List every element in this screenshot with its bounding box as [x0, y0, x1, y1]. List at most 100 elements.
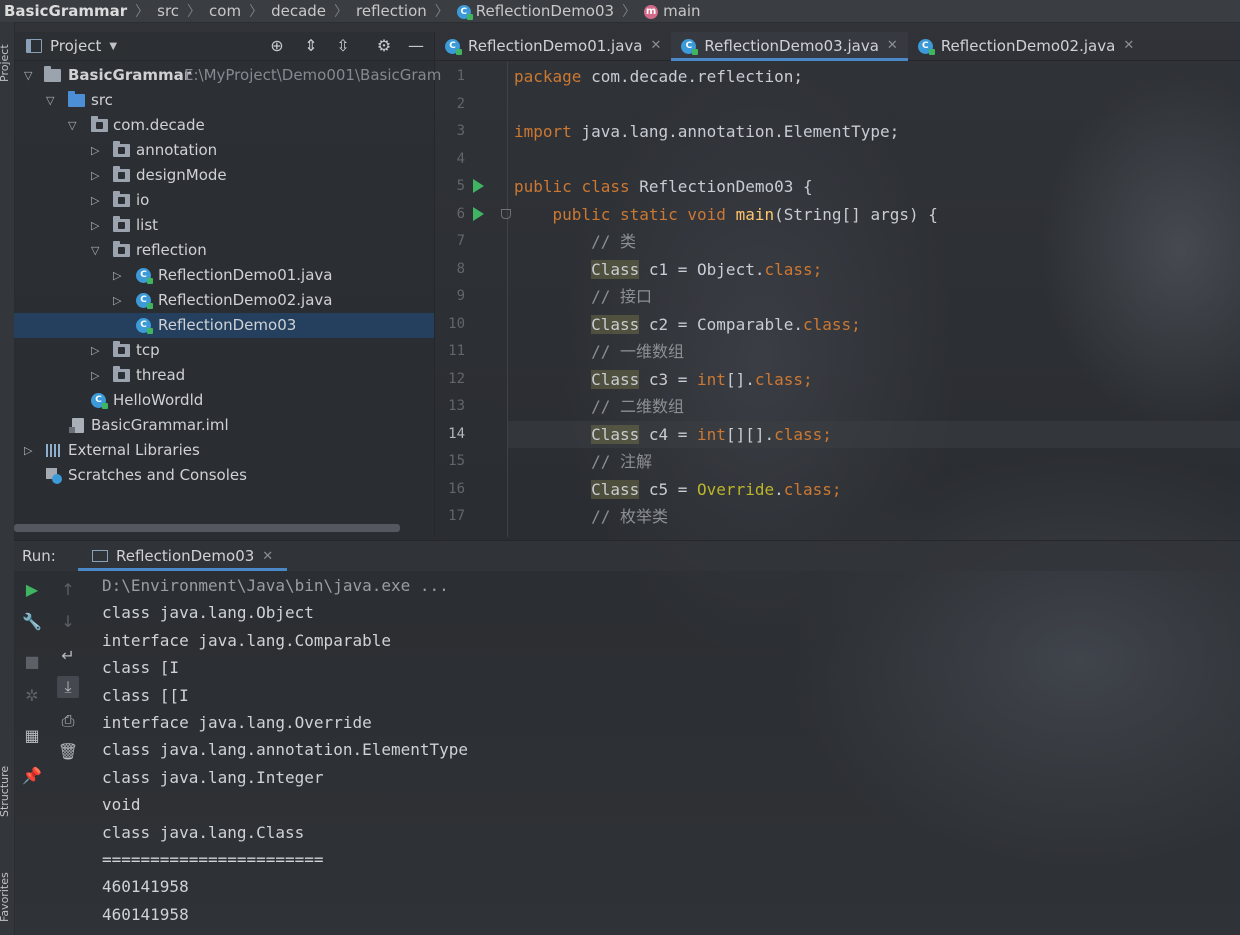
code-token: (String[] args) { [774, 204, 938, 224]
tab-reflectiondemo02[interactable]: C ReflectionDemo02.java ✕ [908, 32, 1144, 60]
tree-item-reflectiondemo01[interactable]: ▷ C ReflectionDemo01.java [14, 263, 434, 288]
stop-icon[interactable]: ■ [21, 651, 43, 673]
breadcrumb-separator: 〉 [334, 4, 349, 20]
run-gutter-icon[interactable] [473, 179, 484, 193]
structure-tool-window-button[interactable]: Structure [0, 766, 11, 817]
locate-icon[interactable]: ⊕ [268, 37, 286, 55]
chevron-right-icon[interactable]: ▷ [91, 163, 99, 188]
code-line[interactable]: Class c3 = int[].class; [514, 366, 813, 393]
chevron-right-icon[interactable]: ▷ [91, 213, 99, 238]
chevron-right-icon[interactable]: ▷ [113, 263, 121, 288]
down-arrow-icon[interactable]: ↓ [57, 611, 79, 633]
tree-item-tcp[interactable]: ▷ tcp [14, 338, 434, 363]
code-token: // 接口 [591, 287, 652, 306]
code-line[interactable]: Class c2 = Comparable.class; [514, 311, 861, 338]
chevron-down-icon[interactable]: ▽ [46, 88, 54, 113]
code-token: public [552, 204, 611, 224]
breadcrumb-decade[interactable]: decade [269, 2, 328, 20]
print-icon[interactable]: ⎙ [57, 710, 79, 732]
code-line[interactable]: // 类 [514, 228, 636, 255]
tree-item-hellowordld[interactable]: C HelloWordld [14, 388, 434, 413]
tree-item-external-libraries[interactable]: ▷ External Libraries [14, 438, 434, 463]
tree-item-label: com.decade [113, 116, 205, 134]
chevron-right-icon[interactable]: ▷ [113, 288, 121, 313]
close-icon[interactable]: ✕ [651, 32, 662, 60]
collapse-all-icon[interactable]: ⇳ [334, 37, 352, 55]
run-console-output[interactable]: D:\Environment\Java\bin\java.exe ... clas… [102, 573, 1240, 935]
tree-item-iml[interactable]: BasicGrammar.iml [14, 413, 434, 438]
breadcrumb-src[interactable]: src [155, 2, 181, 20]
scroll-to-end-icon[interactable]: ⤓ [57, 676, 79, 698]
run-tab[interactable]: ReflectionDemo03 ✕ [78, 541, 288, 571]
project-panel-title[interactable]: Project [50, 37, 101, 55]
tree-item-project-root[interactable]: ▽ BasicGrammar E:\MyProject\Demo001\Basi… [14, 63, 441, 88]
soft-wrap-icon[interactable]: ↵ [57, 645, 79, 667]
expand-all-icon[interactable]: ⇕ [302, 37, 320, 55]
chevron-right-icon[interactable]: ▷ [91, 363, 99, 388]
tree-item-src[interactable]: ▽ src [14, 88, 434, 113]
breadcrumb-separator: 〉 [622, 4, 637, 20]
chevron-down-icon[interactable]: ▽ [68, 113, 76, 138]
chevron-down-icon[interactable]: ▽ [24, 63, 32, 88]
code-line[interactable]: // 接口 [514, 283, 652, 310]
code-line[interactable]: // 一维数组 [514, 338, 684, 365]
tree-item-list[interactable]: ▷ list [14, 213, 434, 238]
tree-item-reflectiondemo03[interactable]: C ReflectionDemo03 [14, 313, 434, 338]
close-icon[interactable]: ✕ [262, 549, 273, 564]
breadcrumb-reflection[interactable]: reflection [354, 2, 429, 20]
breadcrumb-project[interactable]: BasicGrammar [0, 2, 129, 20]
tree-item-io[interactable]: ▷ io [14, 188, 434, 213]
tab-reflectiondemo01[interactable]: C ReflectionDemo01.java ✕ [435, 32, 671, 60]
trash-icon[interactable]: 🗑 [57, 741, 79, 763]
tree-item-reflection[interactable]: ▽ reflection [14, 238, 434, 263]
code-line[interactable]: public class ReflectionDemo03 { [514, 173, 813, 200]
code-line[interactable]: // 二维数组 [514, 393, 684, 420]
java-class-icon: C [681, 38, 699, 55]
tree-item-designmode[interactable]: ▷ designMode [14, 163, 434, 188]
run-gutter-icon[interactable] [473, 206, 484, 221]
chevron-down-icon[interactable]: ▽ [91, 238, 99, 263]
tree-item-annotation[interactable]: ▷ annotation [14, 138, 434, 163]
chevron-right-icon[interactable]: ▷ [24, 438, 32, 463]
editor-gutter[interactable]: 1 2 3 4 5 6 7 8 9 10 11 12 13 14 15 16 17 [435, 62, 511, 537]
tab-reflectiondemo03[interactable]: C ReflectionDemo03.java ✕ [671, 32, 909, 61]
code-line[interactable]: Class c4 = int[][].class; [514, 421, 832, 448]
code-token: class [764, 259, 813, 279]
package-icon [113, 366, 130, 382]
code-line[interactable]: public static void main(String[] args) { [514, 201, 938, 228]
code-line[interactable]: Class c5 = Override.class; [514, 476, 842, 503]
favorites-tool-window-button[interactable]: Favorites [0, 872, 11, 922]
gear-icon[interactable]: ⚙ [375, 37, 393, 55]
breadcrumb-method[interactable]: m main [642, 2, 702, 20]
code-line[interactable]: package com.decade.reflection; [514, 63, 803, 90]
code-line[interactable]: Class c1 = Object.class; [514, 256, 822, 283]
hide-icon[interactable]: — [407, 37, 425, 55]
close-icon[interactable]: ✕ [1123, 32, 1134, 60]
project-tool-window-button[interactable]: Project [0, 44, 11, 82]
chevron-right-icon[interactable]: ▷ [91, 338, 99, 363]
tree-item-com-decade[interactable]: ▽ com.decade [14, 113, 434, 138]
chevron-right-icon[interactable]: ▷ [91, 188, 99, 213]
breadcrumb-com[interactable]: com [207, 2, 243, 20]
wrench-icon[interactable]: 🔧 [21, 611, 43, 633]
up-arrow-icon[interactable]: ↑ [57, 579, 79, 601]
horizontal-scrollbar[interactable] [14, 524, 400, 532]
code-line[interactable]: // 枚举类 [514, 503, 668, 530]
tree-item-thread[interactable]: ▷ thread [14, 363, 434, 388]
chevron-down-icon[interactable]: ▼ [109, 41, 117, 52]
tree-item-scratches[interactable]: Scratches and Consoles [14, 463, 434, 488]
layout-icon[interactable]: ▦ [21, 725, 43, 747]
breadcrumb-class[interactable]: C ReflectionDemo03 [455, 2, 616, 20]
rerun-icon[interactable]: ▶ [21, 579, 43, 601]
code-line[interactable]: import java.lang.annotation.ElementType; [514, 118, 899, 145]
code-line[interactable]: // 注解 [514, 448, 652, 475]
pin-icon[interactable]: 📌 [21, 765, 43, 787]
tree-item-label: External Libraries [68, 441, 200, 459]
code-editor[interactable]: package com.decade.reflection; import jav… [508, 62, 1240, 537]
tab-label: ReflectionDemo03.java [704, 37, 879, 55]
tree-item-reflectiondemo02[interactable]: ▷ C ReflectionDemo02.java [14, 288, 434, 313]
debug-settings-icon[interactable]: ✲ [21, 685, 43, 707]
chevron-right-icon[interactable]: ▷ [91, 138, 99, 163]
close-icon[interactable]: ✕ [887, 32, 898, 60]
